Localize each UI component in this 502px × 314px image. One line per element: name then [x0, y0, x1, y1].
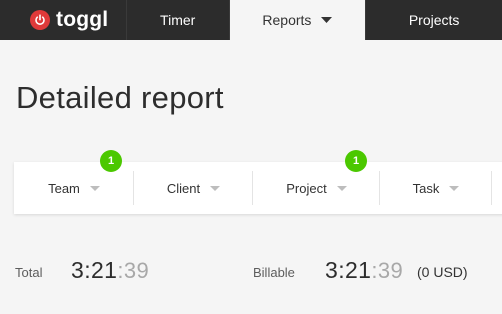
total-hours-minutes: 3:21 — [71, 257, 118, 283]
tab-projects[interactable]: Projects — [366, 0, 502, 40]
tab-timer[interactable]: Timer — [127, 0, 230, 40]
power-icon — [30, 10, 50, 30]
filter-project[interactable]: Project 1 — [253, 150, 380, 214]
billable-hours-minutes: 3:21 — [325, 257, 372, 283]
filter-project-count-badge: 1 — [345, 150, 367, 172]
chevron-down-icon — [336, 185, 347, 191]
chevron-down-icon — [449, 185, 460, 191]
billable-amount: (0 USD) — [417, 264, 468, 280]
chevron-down-icon — [210, 185, 221, 191]
billable-label: Billable — [253, 265, 295, 280]
total-duration: 3:21:39 — [71, 257, 149, 284]
filter-team-count-badge: 1 — [100, 150, 122, 172]
filter-client-label: Client — [166, 180, 201, 196]
chevron-down-icon — [89, 185, 100, 191]
billable-duration: 3:21:39 — [325, 257, 403, 284]
totals-summary: Total 3:21:39 Billable 3:21:39 (0 USD) — [0, 252, 502, 292]
tab-reports[interactable]: Reports — [229, 0, 367, 40]
filter-project-label: Project — [286, 180, 327, 196]
top-navigation: toggl Timer Reports Projects — [0, 0, 502, 40]
filter-overflow — [492, 162, 502, 214]
filter-team-label: Team — [48, 180, 80, 196]
filter-bar: Team 1 Client Project 1 Task — [14, 150, 502, 214]
filter-task-label: Task — [412, 180, 440, 196]
brand-name: toggl — [56, 8, 109, 31]
chevron-down-icon — [321, 17, 333, 23]
total-seconds: :39 — [117, 258, 150, 283]
filter-team[interactable]: Team 1 — [14, 150, 134, 214]
tab-reports-label: Reports — [262, 12, 312, 28]
billable-seconds: :39 — [371, 258, 404, 283]
total-label: Total — [15, 265, 43, 280]
filter-task[interactable]: Task — [380, 162, 492, 214]
toggl-logo[interactable]: toggl — [0, 0, 127, 40]
filter-client[interactable]: Client — [134, 162, 253, 214]
tab-timer-label: Timer — [160, 12, 196, 28]
page-title: Detailed report — [16, 80, 224, 115]
tab-projects-label: Projects — [408, 12, 460, 28]
